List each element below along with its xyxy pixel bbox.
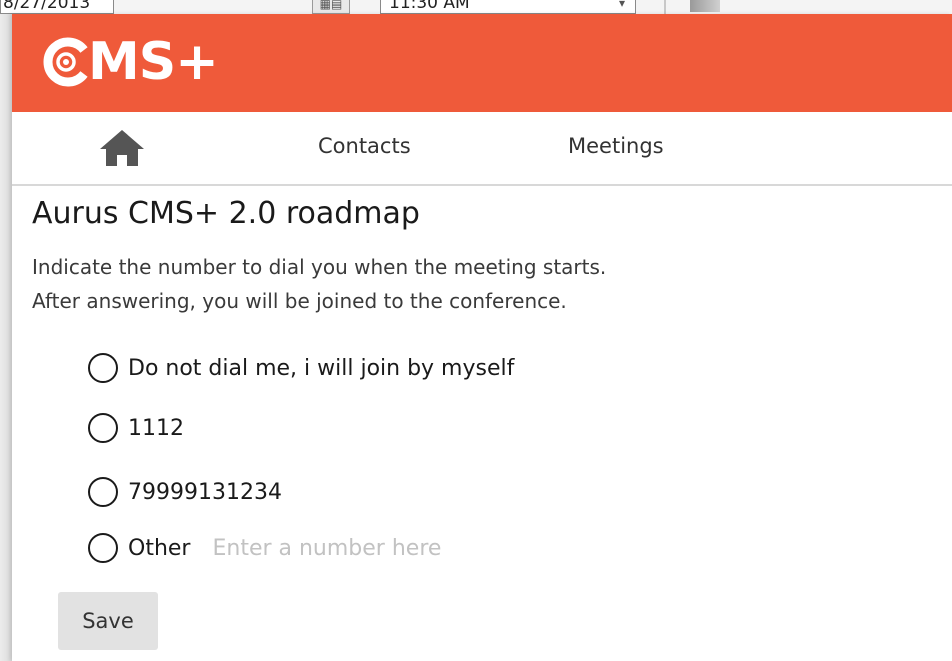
radio-button[interactable] [88, 353, 118, 383]
radio-button[interactable] [88, 533, 118, 563]
option-label: Do not dial me, i will join by myself [128, 355, 515, 381]
dial-me-dialog: MS+ Contacts Meetings Aurus CMS+ 2.0 roa… [12, 14, 952, 661]
option-label: 79999131234 [128, 479, 282, 505]
background-blurred-element [690, 0, 720, 12]
calendar-icon[interactable]: ▦▤ [312, 0, 350, 14]
save-button[interactable]: Save [58, 592, 158, 650]
option-number-79999131234[interactable]: 79999131234 [88, 474, 282, 510]
background-window-edge [0, 14, 12, 661]
option-other[interactable]: Other [88, 530, 513, 566]
nav-meetings[interactable]: Meetings [568, 134, 664, 158]
chevron-down-icon: ▾ [618, 0, 625, 10]
app-header: MS+ [12, 14, 952, 112]
cms-logo-c-icon [43, 37, 88, 87]
home-icon [100, 130, 144, 166]
option-do-not-dial[interactable]: Do not dial me, i will join by myself [88, 350, 514, 386]
background-date-field[interactable]: 8/27/2013 [0, 0, 114, 14]
meeting-title: Aurus CMS+ 2.0 roadmap [32, 196, 420, 231]
description-line-1: Indicate the number to dial you when the… [32, 255, 607, 279]
option-label: 1112 [128, 415, 184, 441]
nav-contacts[interactable]: Contacts [318, 134, 411, 158]
background-time-dropdown[interactable]: 11:30 AM ▾ [380, 0, 636, 14]
background-time-value: 11:30 AM [389, 0, 470, 13]
brand-text: MS+ [88, 32, 219, 92]
radio-button[interactable] [88, 413, 118, 443]
option-number-1112[interactable]: 1112 [88, 410, 184, 446]
radio-button[interactable] [88, 477, 118, 507]
description-line-2: After answering, you will be joined to t… [32, 289, 567, 313]
main-nav: Contacts Meetings [12, 112, 952, 186]
brand-logo: MS+ [40, 32, 219, 92]
home-button[interactable] [98, 128, 146, 168]
option-label: Other [128, 535, 191, 561]
background-divider [664, 0, 666, 14]
other-number-input[interactable] [212, 532, 513, 564]
meeting-description: Indicate the number to dial you when the… [32, 250, 606, 318]
